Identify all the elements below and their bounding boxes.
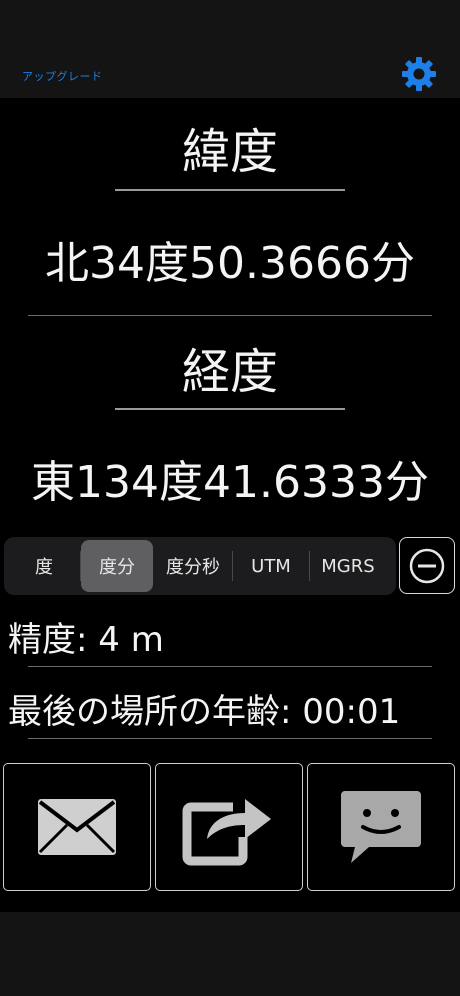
- format-option-degrees[interactable]: 度: [8, 540, 80, 592]
- longitude-value: 東134度41.6333分: [31, 457, 429, 508]
- bottom-bar: [0, 912, 460, 996]
- share-button[interactable]: [155, 763, 303, 891]
- latitude-value: 北34度50.3666分: [45, 238, 415, 289]
- top-bar: アップグレード: [0, 0, 460, 98]
- gear-icon[interactable]: [400, 55, 438, 93]
- last-location-age-text: 最後の場所の年齢: 00:01: [8, 692, 401, 732]
- format-option-degrees-minutes-seconds[interactable]: 度分秒: [154, 540, 232, 592]
- format-option-degrees-minutes[interactable]: 度分: [81, 540, 153, 592]
- divider: [115, 189, 345, 191]
- email-button[interactable]: [3, 763, 151, 891]
- upgrade-button[interactable]: アップグレード: [22, 68, 103, 84]
- divider: [28, 666, 432, 667]
- chat-bubble-icon: [341, 791, 421, 863]
- minus-button[interactable]: [399, 537, 455, 594]
- longitude-title: 経度: [181, 344, 278, 400]
- envelope-icon: [38, 799, 116, 855]
- minus-circle-icon: [409, 548, 445, 583]
- accuracy-text: 精度: 4 m: [8, 620, 164, 660]
- message-button[interactable]: [307, 763, 455, 891]
- divider: [28, 315, 432, 316]
- latitude-title: 緯度: [181, 124, 278, 180]
- divider: [28, 738, 432, 739]
- coordinate-format-selector: 度 度分 度分秒 UTM MGRS: [4, 537, 396, 595]
- format-option-utm[interactable]: UTM: [233, 540, 309, 592]
- format-option-mgrs[interactable]: MGRS: [310, 540, 386, 592]
- share-icon: [182, 799, 271, 866]
- divider: [115, 408, 345, 410]
